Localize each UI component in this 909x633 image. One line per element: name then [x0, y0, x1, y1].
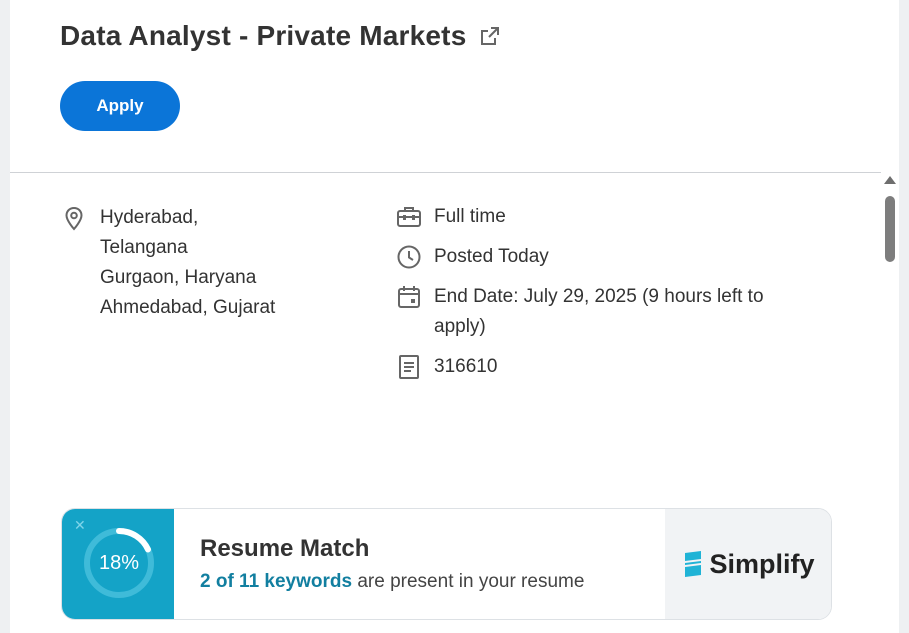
job-type-row: Full time	[396, 202, 794, 232]
simplify-brand[interactable]: Simplify	[665, 509, 831, 619]
job-header: Data Analyst - Private Markets Apply	[10, 0, 899, 173]
keywords-rest: are present in your resume	[352, 571, 585, 592]
match-summary: 2 of 11 keywords are present in your res…	[200, 571, 665, 593]
location-line: Telangana	[100, 237, 188, 258]
match-title: Resume Match	[200, 535, 370, 562]
clock-icon	[396, 244, 422, 270]
scroll-up-arrow-icon[interactable]	[884, 176, 896, 184]
external-link-icon[interactable]	[480, 26, 500, 46]
location-line: Hyderabad,	[100, 207, 199, 228]
end-date: End Date: July 29, 2025 (9 hours left to…	[434, 286, 764, 337]
job-type: Full time	[434, 206, 506, 227]
end-date-row: End Date: July 29, 2025 (9 hours left to…	[396, 282, 794, 342]
title-row: Data Analyst - Private Markets	[60, 20, 500, 52]
simplify-wordmark: Simplify	[709, 548, 815, 579]
match-info: Resume Match 2 of 11 keywords are presen…	[174, 509, 665, 619]
scrollbar-thumb[interactable]	[885, 196, 895, 262]
briefcase-icon	[396, 204, 422, 230]
job-id-row: 316610	[396, 352, 794, 382]
match-percent: 18%	[98, 551, 140, 574]
posted-date: Posted Today	[434, 246, 549, 267]
location-line: Gurgaon, Haryana	[100, 267, 257, 288]
right-edge	[899, 0, 909, 633]
job-title: Data Analyst - Private Markets	[60, 20, 467, 51]
location-line: Ahmedabad, Gujarat	[100, 297, 276, 318]
job-id: 316610	[434, 356, 498, 377]
calendar-icon	[396, 284, 422, 310]
left-edge	[0, 0, 10, 633]
simplify-logo-icon	[685, 551, 702, 577]
simplify-logo: Simplify	[681, 548, 815, 580]
document-icon	[396, 354, 422, 380]
resume-match-card[interactable]: ✕ 18% Resume Match 2 of 11 keywords are …	[61, 508, 832, 620]
location-list: Hyderabad, Telangana Gurgaon, Haryana Ah…	[100, 203, 275, 323]
apply-button[interactable]: Apply	[60, 81, 180, 131]
location-pin-icon	[62, 206, 86, 231]
keywords-link[interactable]: 2 of 11 keywords	[200, 571, 352, 592]
match-score-panel: ✕ 18%	[62, 509, 174, 619]
posted-row: Posted Today	[396, 242, 794, 272]
